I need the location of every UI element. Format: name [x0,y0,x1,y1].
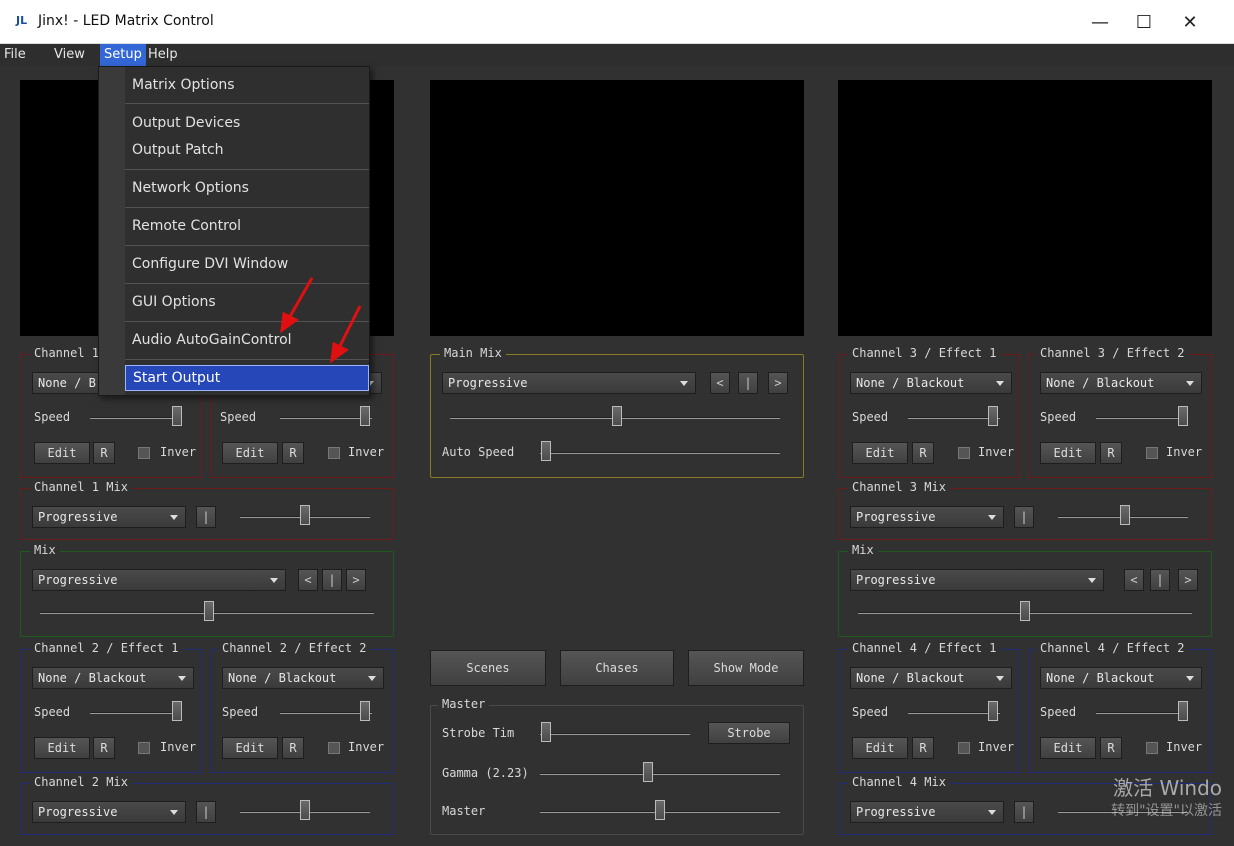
red-arrow-icon [280,277,314,334]
annotation-arrows [280,277,362,364]
red-arrow-icon [330,305,362,364]
